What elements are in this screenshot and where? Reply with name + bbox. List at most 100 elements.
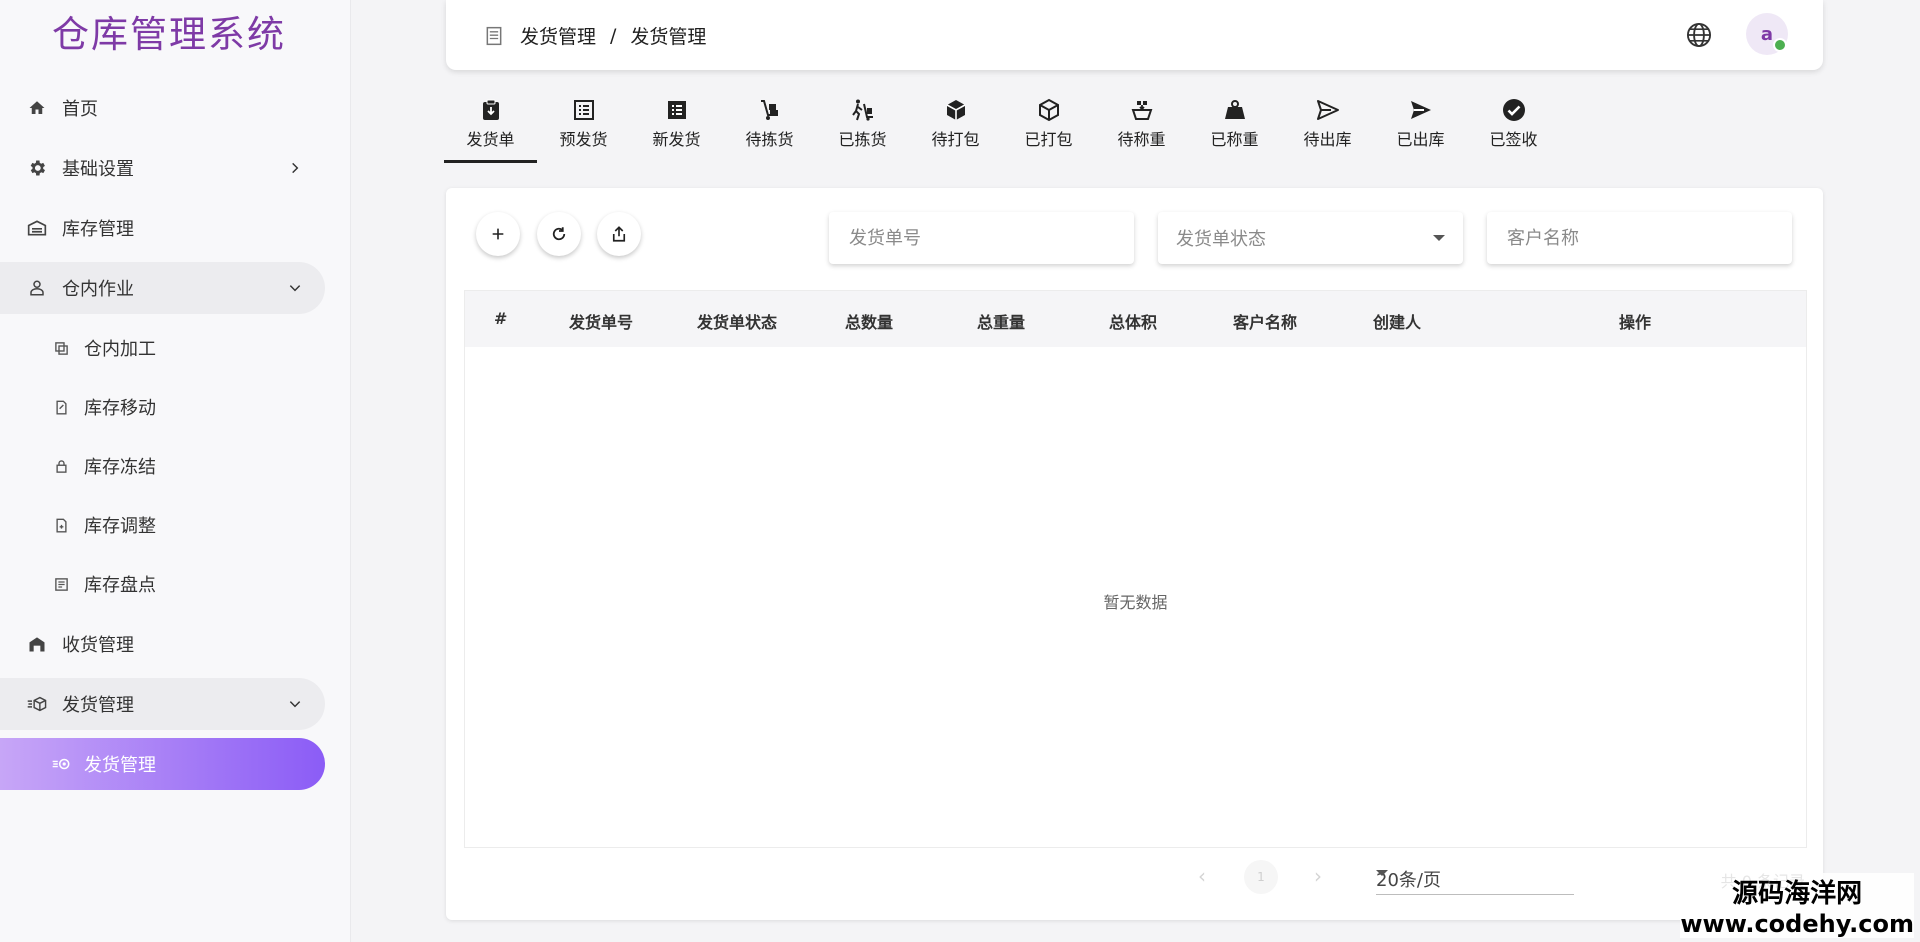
clipboard-icon bbox=[479, 98, 503, 122]
hand-truck-icon bbox=[758, 98, 782, 122]
column-header-index: # bbox=[494, 309, 508, 328]
customer-name-field[interactable] bbox=[1487, 212, 1792, 264]
tab-label: 待出库 bbox=[1303, 130, 1352, 149]
caret-down-icon bbox=[1433, 235, 1445, 241]
sidebar-item-label: 库存调整 bbox=[84, 516, 156, 537]
tab-signed[interactable]: 已签收 bbox=[1467, 94, 1560, 164]
pagination: ‹ 1 › 20条/页 共 0 条记录 bbox=[446, 858, 1823, 898]
order-no-input[interactable] bbox=[847, 226, 1111, 250]
top-header: 发货管理 / 发货管理 a bbox=[446, 0, 1823, 70]
status-select[interactable]: 发货单状态 bbox=[1158, 212, 1463, 264]
sidebar-item-inventory[interactable]: 库存管理 bbox=[0, 202, 134, 254]
tab-pending-weigh[interactable]: 待称重 bbox=[1095, 94, 1188, 164]
tab-new-shipping[interactable]: 新发货 bbox=[630, 94, 723, 164]
sidebar-item-processing[interactable]: 仓内加工 bbox=[0, 322, 156, 374]
tab-label: 已拣货 bbox=[838, 130, 887, 149]
tab-label: 已打包 bbox=[1024, 130, 1073, 149]
file-adjust-icon bbox=[52, 516, 70, 534]
column-header-customer[interactable]: 客户名称 bbox=[1233, 309, 1297, 333]
customer-name-input[interactable] bbox=[1505, 226, 1769, 250]
sidebar-item-basic-settings[interactable]: 基础设置 bbox=[0, 142, 325, 194]
list-icon bbox=[572, 98, 596, 122]
sidebar-item-stock-adjust[interactable]: 库存调整 bbox=[0, 499, 156, 551]
sidebar-item-home[interactable]: 首页 bbox=[0, 82, 98, 134]
tab-pending-pack[interactable]: 待打包 bbox=[909, 94, 1002, 164]
online-status-dot bbox=[1773, 38, 1787, 52]
weight-icon bbox=[1223, 98, 1247, 122]
check-circle-icon bbox=[1502, 98, 1526, 122]
sidebar-item-shipping-management[interactable]: 发货管理 bbox=[0, 738, 325, 790]
sidebar-item-stock-freeze[interactable]: 库存冻结 bbox=[0, 440, 156, 492]
globe-icon[interactable] bbox=[1685, 21, 1713, 49]
shipping-order-panel: 发货单状态 # 发货单号 发货单状态 总数量 总重量 总体积 客户名称 创建人 … bbox=[446, 188, 1823, 920]
refresh-icon bbox=[552, 227, 566, 241]
store-icon bbox=[26, 633, 48, 655]
sidebar-item-label: 库存冻结 bbox=[84, 457, 156, 478]
sidebar-item-label: 库存盘点 bbox=[84, 575, 156, 596]
checklist-icon bbox=[52, 575, 70, 593]
column-header-creator[interactable]: 创建人 bbox=[1373, 309, 1421, 333]
scale-icon bbox=[1130, 98, 1154, 122]
shipping-order-table: # 发货单号 发货单状态 总数量 总重量 总体积 客户名称 创建人 操作 暂无数… bbox=[464, 290, 1807, 848]
status-select-placeholder: 发货单状态 bbox=[1176, 229, 1266, 250]
column-header-actions: 操作 bbox=[1619, 313, 1652, 332]
tab-label: 待打包 bbox=[931, 130, 980, 149]
export-button[interactable] bbox=[597, 212, 641, 256]
sidebar-item-warehouse-ops[interactable]: 仓内作业 bbox=[0, 262, 325, 314]
tab-label: 待拣货 bbox=[745, 130, 794, 149]
caret-down-icon bbox=[1376, 870, 1388, 876]
breadcrumb-item-current: 发货管理 bbox=[630, 26, 707, 48]
tab-label: 已出库 bbox=[1396, 130, 1445, 149]
tab-outbound[interactable]: 已出库 bbox=[1374, 94, 1467, 164]
tab-pending-outbound[interactable]: 待出库 bbox=[1281, 94, 1374, 164]
chevron-down-icon bbox=[283, 276, 307, 300]
sidebar-item-shipping[interactable]: 发货管理 bbox=[0, 678, 325, 730]
breadcrumb-item[interactable]: 发货管理 bbox=[520, 22, 596, 49]
breadcrumb: 发货管理 / 发货管理 bbox=[484, 22, 706, 49]
column-header-total-qty[interactable]: 总数量 bbox=[845, 309, 893, 333]
next-page-icon[interactable]: › bbox=[1308, 866, 1328, 886]
page-size-select[interactable]: 20条/页 bbox=[1376, 860, 1574, 895]
watermark-line2: www.codehy.com bbox=[1680, 910, 1914, 938]
column-header-total-weight[interactable]: 总重量 bbox=[977, 309, 1025, 333]
plus-icon bbox=[492, 228, 504, 240]
sidebar-item-stock-move[interactable]: 库存移动 bbox=[0, 381, 156, 433]
chevron-down-icon bbox=[283, 692, 307, 716]
lock-icon bbox=[52, 457, 70, 475]
column-header-order-no[interactable]: 发货单号 bbox=[569, 309, 633, 333]
tab-label: 预发货 bbox=[559, 130, 608, 149]
avatar[interactable]: a bbox=[1746, 13, 1788, 55]
breadcrumb-separator: / bbox=[610, 24, 617, 47]
add-button[interactable] bbox=[476, 212, 520, 256]
shipping-box-icon bbox=[26, 693, 48, 715]
watermark-line1: 源码海洋网 bbox=[1732, 879, 1863, 909]
column-header-total-volume[interactable]: 总体积 bbox=[1109, 309, 1157, 333]
sidebar-item-stock-count[interactable]: 库存盘点 bbox=[0, 558, 156, 610]
refresh-button[interactable] bbox=[537, 212, 581, 256]
tab-weighed[interactable]: 已称重 bbox=[1188, 94, 1281, 164]
avatar-letter: a bbox=[1760, 23, 1774, 45]
tab-packed[interactable]: 已打包 bbox=[1002, 94, 1095, 164]
page-number-button[interactable]: 1 bbox=[1244, 860, 1278, 894]
box-icon bbox=[944, 98, 968, 122]
sidebar-item-label: 库存管理 bbox=[62, 219, 134, 240]
tab-picked[interactable]: 已拣货 bbox=[816, 94, 909, 164]
sidebar-item-label: 收货管理 bbox=[62, 635, 134, 656]
tab-pending-pick[interactable]: 待拣货 bbox=[723, 94, 816, 164]
tab-label: 待称重 bbox=[1117, 130, 1166, 149]
prev-page-icon[interactable]: ‹ bbox=[1192, 866, 1212, 886]
tab-label: 已签收 bbox=[1489, 130, 1538, 149]
home-icon bbox=[26, 97, 48, 119]
sidebar-item-receiving[interactable]: 收货管理 bbox=[0, 618, 134, 670]
warehouse-icon bbox=[26, 217, 48, 239]
tab-shipping-order[interactable]: 发货单 bbox=[444, 94, 537, 164]
watermark: 源码海洋网 www.codehy.com bbox=[1680, 873, 1914, 938]
order-no-field[interactable] bbox=[829, 212, 1134, 264]
tab-pre-shipping[interactable]: 预发货 bbox=[537, 94, 630, 164]
sidebar-item-label: 发货管理 bbox=[84, 755, 156, 776]
app-title: 仓库管理系统 bbox=[52, 13, 286, 56]
empty-state-text: 暂无数据 bbox=[1103, 593, 1168, 612]
sidebar-item-label: 基础设置 bbox=[62, 159, 134, 180]
box-outline-icon bbox=[1037, 98, 1061, 122]
column-header-status[interactable]: 发货单状态 bbox=[697, 309, 777, 333]
